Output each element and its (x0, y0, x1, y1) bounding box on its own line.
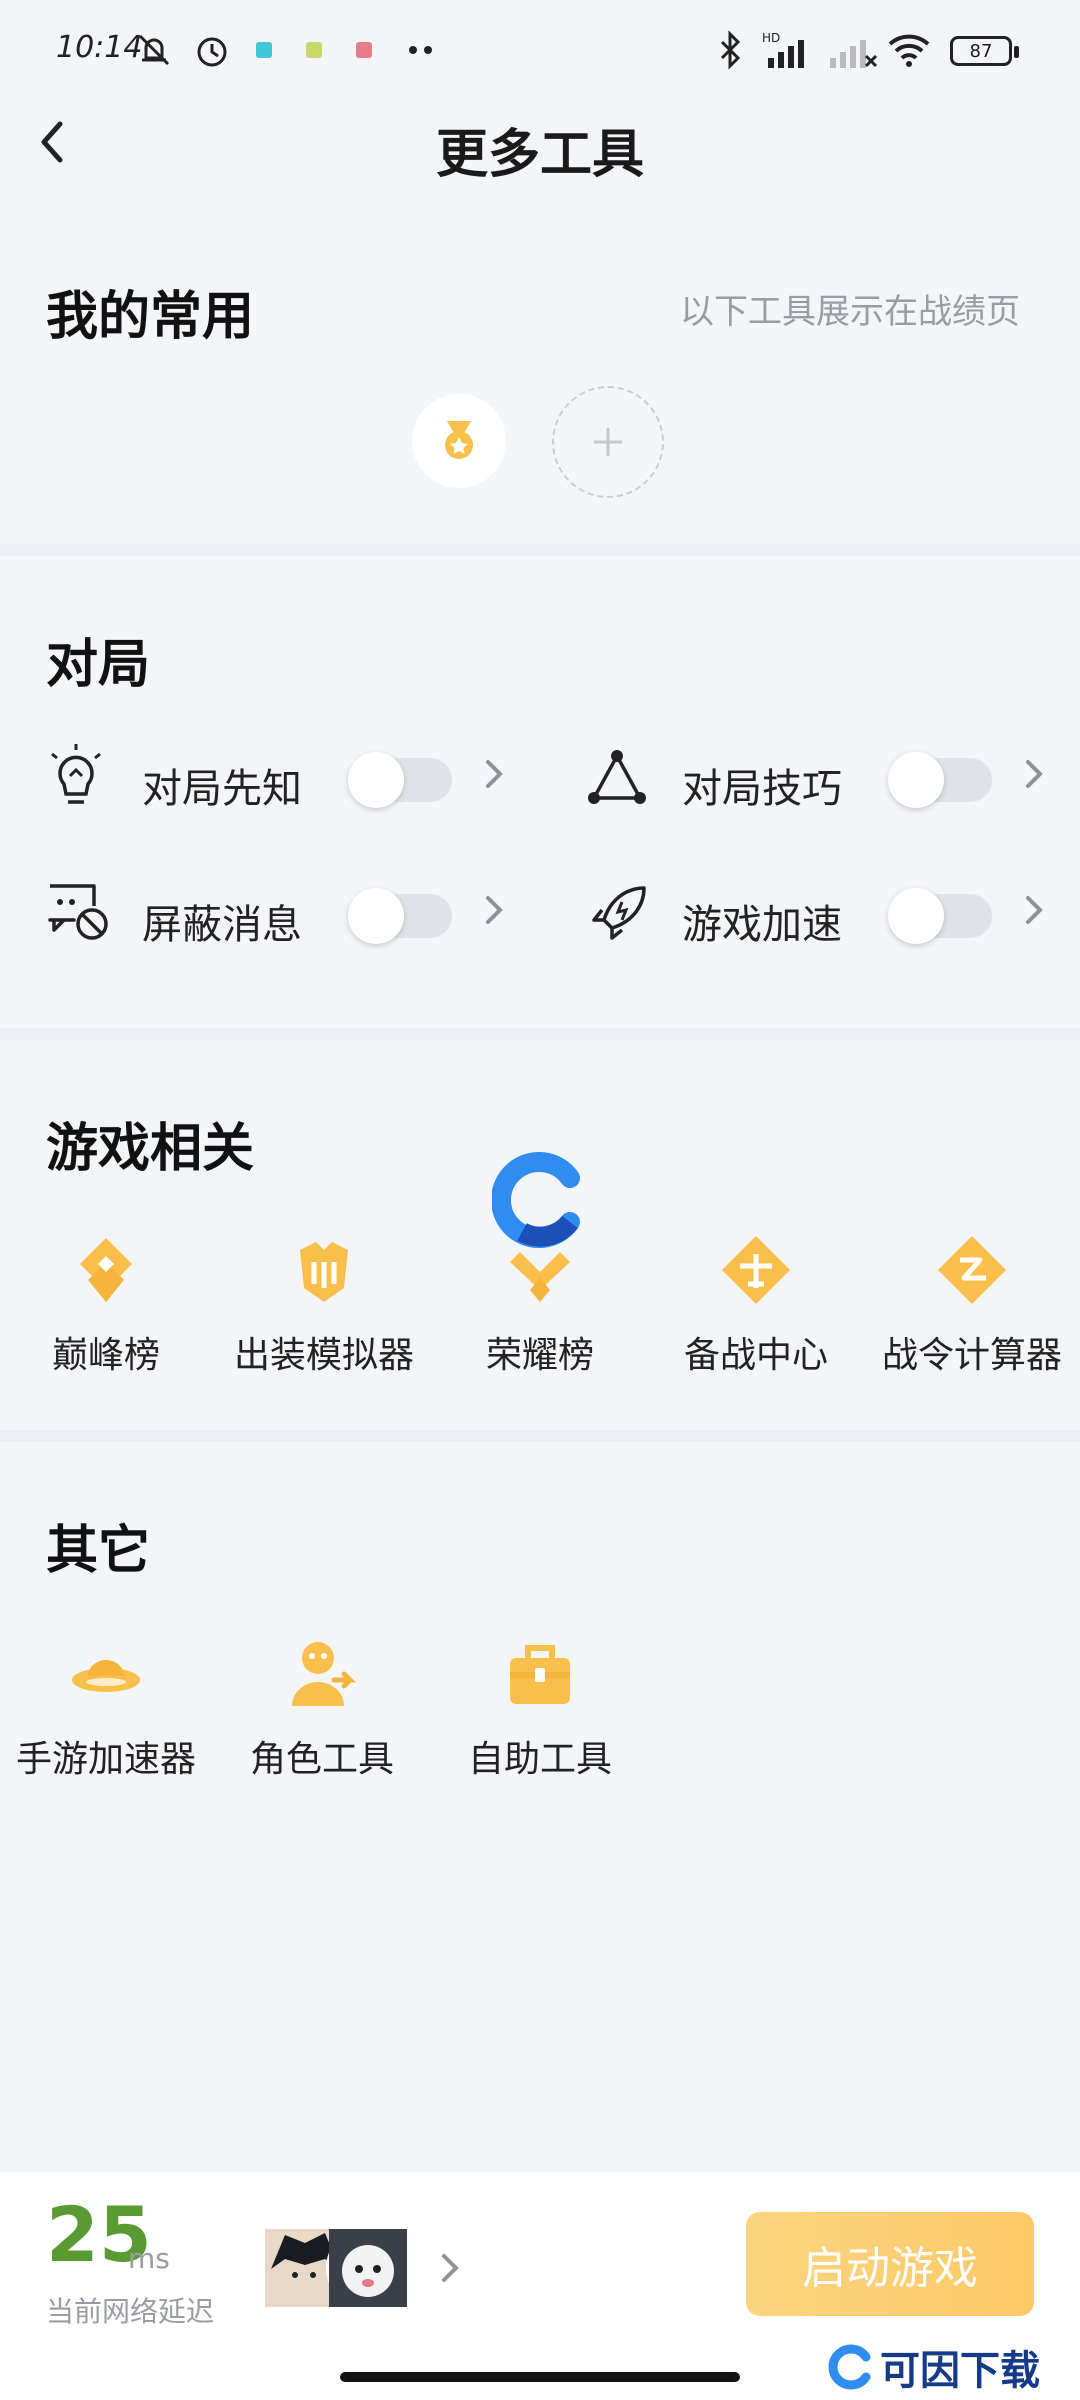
game-tool-label: 战令计算器 (881, 1335, 1062, 1376)
peak-rank-icon (68, 1232, 144, 1308)
avatars-chevron-right-icon[interactable] (438, 2246, 462, 2294)
watermark-c-icon (828, 2344, 871, 2390)
section-divider (0, 544, 1080, 556)
message-block-icon (44, 880, 112, 944)
app-notification-icon (354, 28, 374, 72)
other-tool-self-service[interactable]: 自助工具 (440, 1636, 640, 1782)
alarm-icon (192, 28, 232, 72)
medal-icon (445, 421, 473, 459)
pass-calculator-icon (934, 1232, 1010, 1308)
toggle-knob (888, 888, 944, 944)
toggle-game-boost[interactable] (888, 888, 992, 944)
triangle-nodes-icon (584, 746, 650, 810)
toggle-knob (348, 888, 404, 944)
equipment-simulator-icon (286, 1232, 362, 1308)
game-tool-prep-center[interactable]: 备战中心 (656, 1232, 856, 1378)
match-section-title: 对局 (46, 635, 151, 695)
tool-label-block-messages: 屏蔽消息 (142, 902, 302, 948)
tool-label-match-tips: 对局技巧 (682, 766, 842, 812)
app-notification-icon (304, 28, 324, 72)
chevron-right-icon[interactable] (482, 888, 506, 942)
other-tool-label: 手游加速器 (15, 1739, 196, 1780)
latency-unit: ms (128, 2242, 170, 2275)
watermark-logo (491, 1152, 584, 1248)
bluetooth-icon (716, 28, 746, 72)
game-tool-equipment-simulator[interactable]: 出装模拟器 (224, 1232, 424, 1378)
toggle-match-tips[interactable] (888, 752, 992, 808)
section-divider (0, 1430, 1080, 1442)
start-game-button[interactable]: 启动游戏 (746, 2212, 1034, 2316)
game-tool-label: 出装模拟器 (233, 1335, 414, 1376)
game-tool-glory-rank[interactable]: 荣耀榜 (440, 1232, 640, 1378)
add-favorite-button[interactable] (552, 386, 664, 498)
other-tool-label: 自助工具 (467, 1739, 612, 1780)
signal-icon: HD (762, 28, 814, 72)
chevron-right-icon[interactable] (482, 752, 506, 806)
other-section-title: 其它 (46, 1521, 151, 1581)
game-tool-pass-calculator[interactable]: 战令计算器 (872, 1232, 1072, 1378)
signal-empty-icon (826, 28, 878, 72)
favorites-title: 我的常用 (46, 287, 255, 347)
role-tool-icon (284, 1636, 360, 1712)
watermark-text: 可因下载 (880, 2348, 1040, 2394)
ufo-accelerator-icon (68, 1636, 144, 1712)
game-tool-label: 巅峰榜 (51, 1335, 160, 1376)
toggle-match-prophet[interactable] (348, 752, 452, 808)
game-tool-label: 荣耀榜 (485, 1335, 594, 1376)
tool-label-match-prophet: 对局先知 (142, 766, 302, 812)
status-time: 10:14 (56, 30, 143, 65)
other-tool-role[interactable]: 角色工具 (222, 1636, 422, 1782)
tool-label-game-boost: 游戏加速 (682, 902, 842, 948)
game-tool-label: 备战中心 (683, 1335, 828, 1376)
svg-text:HD: HD (762, 31, 780, 45)
other-tool-label: 角色工具 (249, 1739, 394, 1780)
rocket-icon (586, 880, 652, 946)
battery-indicator: 87 (950, 36, 1019, 66)
game-section-title: 游戏相关 (46, 1119, 255, 1179)
prep-center-icon (718, 1232, 794, 1308)
status-bar: 10:14 HD 87 (0, 0, 1080, 100)
chevron-right-icon[interactable] (1022, 888, 1046, 942)
plus-icon (594, 428, 622, 456)
toolbox-icon (502, 1636, 578, 1712)
toggle-block-messages[interactable] (348, 888, 452, 944)
latency-label: 当前网络延迟 (46, 2295, 215, 2328)
lightbulb-icon (46, 742, 106, 812)
game-tool-peak-rank[interactable]: 巅峰榜 (6, 1232, 206, 1378)
toggle-knob (348, 752, 404, 808)
section-divider (0, 1028, 1080, 1040)
app-notification-icon (254, 28, 274, 72)
favorites-hint: 以下工具展示在战绩页 (680, 292, 1020, 332)
home-indicator[interactable] (340, 2372, 740, 2382)
other-tool-accelerator[interactable]: 手游加速器 (6, 1636, 206, 1782)
avatar[interactable] (326, 2226, 410, 2310)
mute-bell-icon (134, 28, 174, 72)
battery-level: 87 (969, 40, 993, 62)
chevron-right-icon[interactable] (1022, 752, 1046, 806)
wifi-icon (886, 28, 932, 72)
favorite-tool-medal[interactable] (412, 394, 506, 488)
watermark-brand: 可因下载 (826, 2338, 1040, 2396)
toggle-knob (888, 752, 944, 808)
page-title: 更多工具 (435, 125, 644, 185)
more-notifications-icon (408, 28, 436, 72)
